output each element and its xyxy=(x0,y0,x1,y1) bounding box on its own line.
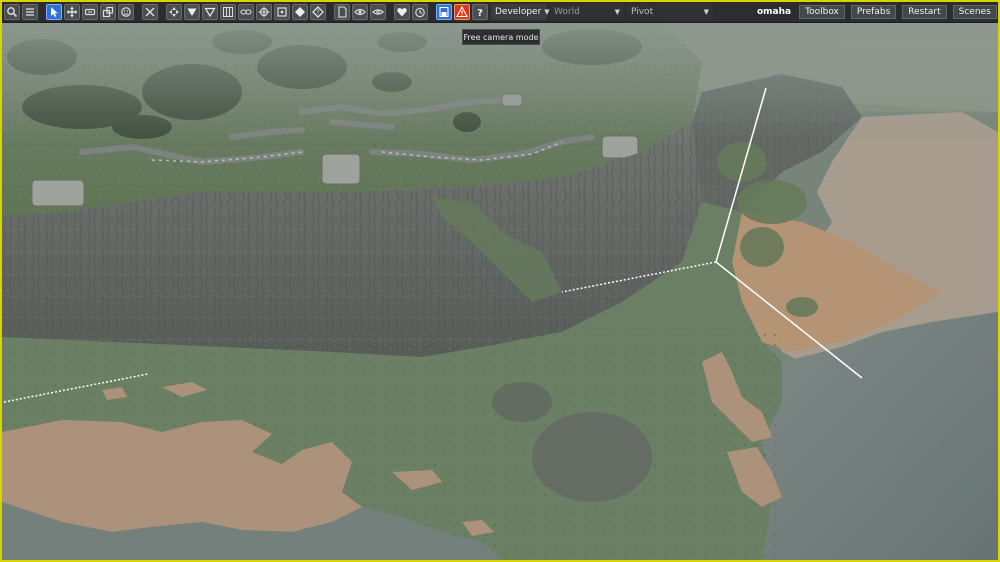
eye-icon[interactable] xyxy=(352,4,368,20)
prefabs-button[interactable]: Prefabs xyxy=(850,5,897,19)
world-dropdown-label: World xyxy=(554,7,580,17)
chevron-down-icon: ▼ xyxy=(614,8,620,16)
tooltip: Free camera mode xyxy=(462,29,540,45)
chevron-down-icon: ▼ xyxy=(703,8,709,16)
heart-icon[interactable] xyxy=(394,4,410,20)
tag-icon[interactable]: ? xyxy=(310,4,326,20)
camera-mode-icon[interactable] xyxy=(436,4,452,20)
restart-button[interactable]: Restart xyxy=(902,5,947,19)
pivot-dropdown-label: Pivot xyxy=(631,7,654,17)
drop-arrow-outline-icon[interactable] xyxy=(202,4,218,20)
developer-dropdown[interactable]: Developer ▼ xyxy=(491,4,550,20)
chevron-down-icon: ▼ xyxy=(544,8,550,16)
grid-icon[interactable] xyxy=(220,4,236,20)
editor-frame: ? ? Developer ▼ World ▼ Pivot ▼ omaha To… xyxy=(0,0,1000,562)
drop-down-arrow-icon[interactable] xyxy=(184,4,200,20)
move-tool-icon[interactable] xyxy=(64,4,80,20)
scale-tool-icon[interactable] xyxy=(100,4,116,20)
page-icon[interactable] xyxy=(334,4,350,20)
rotate-tool-icon[interactable] xyxy=(82,4,98,20)
snap-tool-icon[interactable] xyxy=(118,4,134,20)
bounds-icon[interactable] xyxy=(274,4,290,20)
search-icon[interactable] xyxy=(4,4,20,20)
cut-icon[interactable] xyxy=(142,4,158,20)
select-tool-icon[interactable] xyxy=(46,4,62,20)
world-dropdown[interactable]: World ▼ xyxy=(550,4,624,20)
diamond-icon[interactable] xyxy=(292,4,308,20)
warning-icon[interactable] xyxy=(454,4,470,20)
scenes-button[interactable]: Scenes xyxy=(952,5,997,19)
link-icon[interactable] xyxy=(238,4,254,20)
svg-text:?: ? xyxy=(477,8,483,18)
scene-name: omaha xyxy=(757,7,792,17)
help-icon[interactable]: ? xyxy=(472,4,488,20)
toolbox-button[interactable]: Toolbox xyxy=(799,5,845,19)
scene-viewport[interactable] xyxy=(2,2,998,560)
timer-icon[interactable] xyxy=(412,4,428,20)
editor-toolbar: ? ? Developer ▼ World ▼ Pivot ▼ omaha To… xyxy=(2,2,998,23)
menu-icon[interactable] xyxy=(22,4,38,20)
target-icon[interactable] xyxy=(256,4,272,20)
svg-text:?: ? xyxy=(316,9,319,16)
pivot-dropdown[interactable]: Pivot ▼ xyxy=(627,4,713,20)
developer-dropdown-label: Developer xyxy=(495,7,542,17)
eye-alt-icon[interactable] xyxy=(370,4,386,20)
transform-gizmo-icon[interactable] xyxy=(166,4,182,20)
